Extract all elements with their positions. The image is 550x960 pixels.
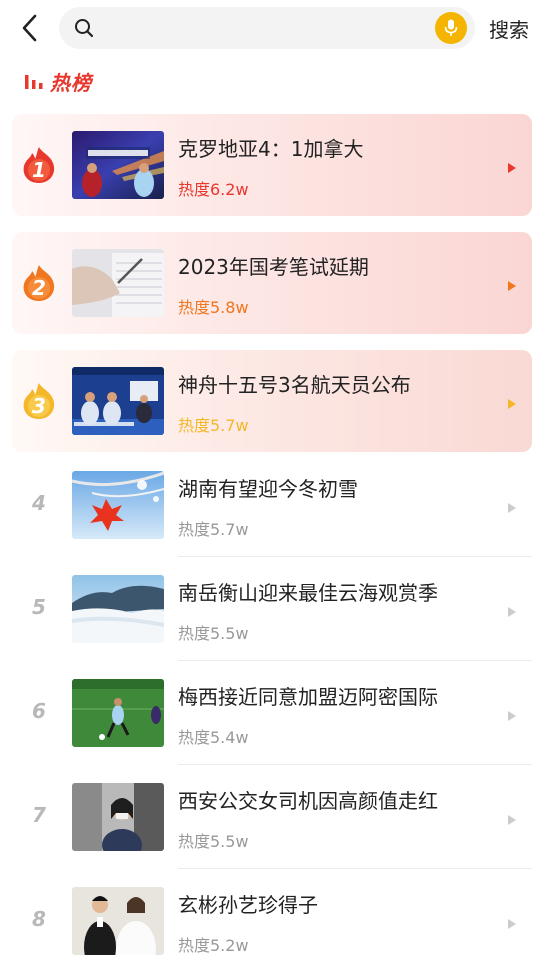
item-heat: 热度5.7w (178, 520, 249, 539)
list-item[interactable]: 4 湖南有望迎今冬初雪 热度5.7w (0, 453, 550, 557)
rank-number: 3 (32, 394, 46, 418)
hot-list: 1 克罗地亚4：1加拿大 热度6.2w 2 2023年国考笔试延期 热度5.8w (0, 113, 550, 960)
play-arrow-icon (507, 811, 517, 825)
rank-number: 2 (32, 276, 46, 300)
play-arrow-icon (507, 707, 517, 721)
rank-number: 7 (32, 803, 46, 827)
list-item[interactable]: 8 玄彬孙艺珍得子 热度5.2w (0, 869, 550, 960)
play-arrow-icon (507, 603, 517, 617)
search-input[interactable] (103, 15, 423, 41)
item-heat: 热度5.2w (178, 936, 249, 955)
back-arrow-icon[interactable] (18, 12, 42, 44)
news-thumbnail-image (72, 575, 164, 643)
item-title: 神舟十五号3名航天员公布 (178, 373, 411, 397)
item-heat: 热度6.2w (178, 180, 249, 199)
search-icon (73, 17, 95, 39)
item-title: 梅西接近同意加盟迈阿密国际 (178, 685, 438, 709)
item-title: 湖南有望迎今冬初雪 (178, 477, 358, 501)
news-thumbnail-image (72, 249, 164, 317)
microphone-icon[interactable] (435, 12, 467, 44)
news-thumbnail-image (72, 679, 164, 747)
play-arrow-icon (507, 395, 517, 409)
item-heat: 热度5.5w (178, 832, 249, 851)
rank-number: 6 (32, 699, 46, 723)
item-title: 玄彬孙艺珍得子 (178, 893, 318, 917)
play-arrow-icon (507, 499, 517, 513)
item-title: 2023年国考笔试延期 (178, 255, 369, 279)
item-heat: 热度5.7w (178, 416, 249, 435)
play-arrow-icon (507, 277, 517, 291)
list-item[interactable]: 1 克罗地亚4：1加拿大 热度6.2w (0, 113, 550, 217)
section-title: 热榜 (50, 70, 92, 95)
news-thumbnail-image (72, 783, 164, 851)
search-button[interactable]: 搜索 (489, 14, 529, 43)
rank-2-flame-badge-icon: 2 (20, 263, 58, 303)
list-item[interactable]: 7 西安公交女司机因高颜值走红 热度5.5w (0, 765, 550, 869)
rank-number: 5 (32, 595, 46, 619)
item-title: 克罗地亚4：1加拿大 (178, 137, 364, 161)
rank-number: 1 (32, 158, 46, 182)
rank-3-flame-badge-icon: 3 (20, 381, 58, 421)
item-heat: 热度5.5w (178, 624, 249, 643)
rank-number: 8 (32, 907, 46, 931)
list-item[interactable]: 6 梅西接近同意加盟迈阿密国际 热度5.4w (0, 661, 550, 765)
hot-list-header: 热榜 (24, 66, 92, 96)
item-title: 西安公交女司机因高颜值走红 (178, 789, 438, 813)
list-item[interactable]: 2 2023年国考笔试延期 热度5.8w (0, 231, 550, 335)
item-title: 南岳衡山迎来最佳云海观赏季 (178, 581, 438, 605)
rank-1-flame-badge-icon: 1 (20, 145, 58, 185)
bar-chart-icon (24, 71, 44, 91)
search-box[interactable] (59, 7, 475, 49)
news-thumbnail-image (72, 887, 164, 955)
item-heat: 热度5.8w (178, 298, 249, 317)
news-thumbnail-image (72, 367, 164, 435)
play-arrow-icon (507, 915, 517, 929)
list-item[interactable]: 5 南岳衡山迎来最佳云海观赏季 热度5.5w (0, 557, 550, 661)
item-heat: 热度5.4w (178, 728, 249, 747)
news-thumbnail-image (72, 471, 164, 539)
news-thumbnail-image (72, 131, 164, 199)
play-arrow-icon (507, 159, 517, 173)
rank-number: 4 (32, 491, 46, 515)
list-item[interactable]: 3 神舟十五号3名航天员公布 热度5.7w (0, 349, 550, 453)
top-bar: 搜索 (0, 0, 550, 56)
